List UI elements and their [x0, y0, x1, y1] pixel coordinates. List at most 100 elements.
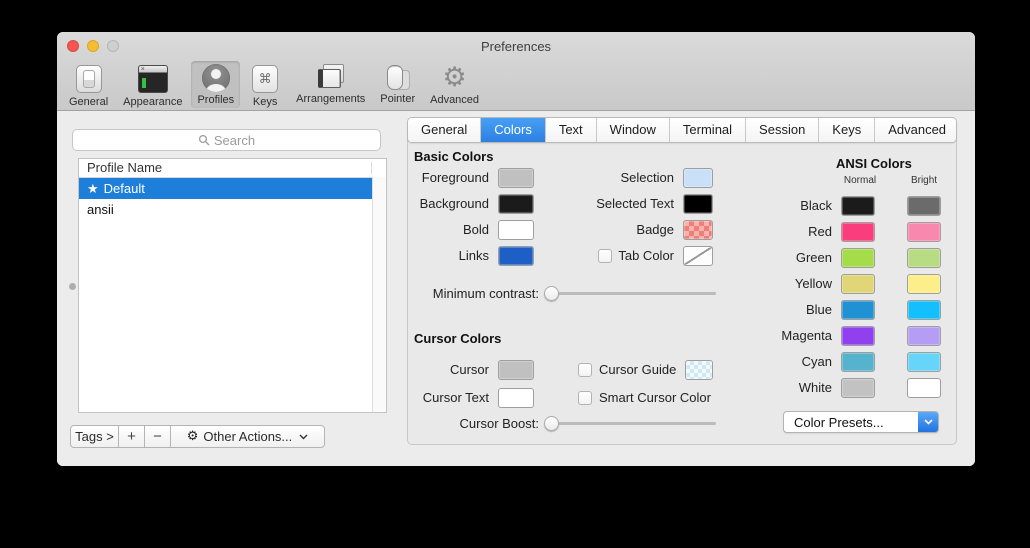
profile-row-ansii[interactable]: ansii: [79, 199, 386, 220]
ansi-white-bright-swatch[interactable]: [907, 378, 941, 398]
toolbar-item-label: Keys: [253, 96, 277, 108]
other-actions-dropdown[interactable]: ⚙ Other Actions...: [170, 425, 325, 448]
cursor-boost-knob[interactable]: [544, 416, 559, 431]
tab-color-label: Tab Color: [618, 246, 674, 266]
ansi-black-label: Black: [800, 196, 832, 216]
preferences-window: Preferences General Appearance Profiles ⌘ Ke…: [57, 32, 975, 466]
minimum-contrast-knob[interactable]: [544, 286, 559, 301]
toolbar-item-keys[interactable]: ⌘ Keys: [243, 61, 287, 110]
cursor-colors-title: Cursor Colors: [414, 331, 501, 346]
profile-name: Default: [104, 181, 145, 196]
toolbar-item-appearance[interactable]: Appearance: [117, 61, 188, 110]
tab-color-checkbox[interactable]: [598, 249, 612, 263]
ansi-black-bright-swatch[interactable]: [907, 196, 941, 216]
profile-list-header[interactable]: Profile Name: [79, 159, 386, 178]
cursor-guide-swatch[interactable]: [685, 360, 713, 380]
toolbar-item-general[interactable]: General: [63, 61, 114, 110]
links-swatch[interactable]: [498, 246, 534, 266]
gear-icon: ⚙: [440, 64, 470, 92]
cursor-swatch[interactable]: [498, 360, 534, 380]
colors-panel: Basic Colors ForegroundBackgroundBoldLin…: [407, 130, 957, 445]
ansi-red-bright-swatch[interactable]: [907, 222, 941, 242]
cursor-guide-checkbox[interactable]: [578, 363, 592, 377]
toolbar-item-label: General: [69, 96, 108, 108]
minimum-contrast-label: Minimum contrast:: [433, 284, 539, 304]
minimum-contrast-slider[interactable]: [546, 292, 716, 295]
content-area: Search Profile Name ★ Default ansii Tags >…: [57, 111, 975, 466]
ansi-white-label: White: [799, 378, 832, 398]
cursor-guide-label: Cursor Guide: [599, 362, 676, 378]
cursor-label: Cursor: [450, 360, 489, 380]
profile-list-scrollbar[interactable]: [372, 177, 386, 412]
ansi-red-normal-swatch[interactable]: [841, 222, 875, 242]
background-swatch[interactable]: [498, 194, 534, 214]
remove-profile-button[interactable]: −: [144, 425, 171, 448]
tab-color-swatch[interactable]: [683, 246, 713, 266]
ansi-cyan-normal-swatch[interactable]: [841, 352, 875, 372]
terminal-window-icon: [138, 65, 168, 93]
ansi-blue-bright-swatch[interactable]: [907, 300, 941, 320]
tab-general[interactable]: General: [408, 118, 480, 142]
toolbar-item-profiles[interactable]: Profiles: [191, 61, 240, 108]
ansi-magenta-bright-swatch[interactable]: [907, 326, 941, 346]
profile-row-default[interactable]: ★ Default: [79, 178, 379, 199]
smart-cursor-color-checkbox[interactable]: [578, 391, 592, 405]
ansi-black-normal-swatch[interactable]: [841, 196, 875, 216]
tags-button[interactable]: Tags >: [70, 425, 119, 448]
badge-swatch[interactable]: [683, 220, 713, 240]
chevron-down-icon: [918, 412, 938, 432]
command-key-icon: ⌘: [252, 65, 278, 93]
gear-icon: ⚙: [187, 429, 199, 444]
tab-session[interactable]: Session: [745, 118, 818, 142]
ansi-blue-normal-swatch[interactable]: [841, 300, 875, 320]
ansi-colors-title: ANSI Colors: [836, 156, 912, 171]
ansi-yellow-bright-swatch[interactable]: [907, 274, 941, 294]
search-placeholder: Search: [214, 133, 255, 148]
other-actions-label: Other Actions...: [203, 429, 292, 444]
ansi-normal-header: Normal: [844, 175, 876, 186]
selected-text-swatch[interactable]: [683, 194, 713, 214]
chevron-down-icon: [299, 434, 308, 440]
ansi-magenta-normal-swatch[interactable]: [841, 326, 875, 346]
toolbar-item-label: Appearance: [123, 96, 182, 108]
smart-cursor-color-label: Smart Cursor Color: [599, 390, 711, 406]
titlebar: Preferences: [57, 32, 975, 60]
tab-colors[interactable]: Colors: [480, 118, 545, 142]
selection-swatch[interactable]: [683, 168, 713, 188]
mouse-icon: [383, 64, 413, 91]
tab-advanced[interactable]: Advanced: [874, 118, 957, 142]
tab-window[interactable]: Window: [596, 118, 669, 142]
cursor-boost-slider[interactable]: [546, 422, 716, 425]
person-icon: [202, 64, 230, 92]
tab-text[interactable]: Text: [545, 118, 596, 142]
toolbar-item-advanced[interactable]: ⚙ Advanced: [424, 61, 485, 108]
splitter-handle-icon[interactable]: [69, 283, 76, 290]
color-presets-dropdown[interactable]: Color Presets...: [783, 411, 939, 433]
ansi-yellow-normal-swatch[interactable]: [841, 274, 875, 294]
foreground-swatch[interactable]: [498, 168, 534, 188]
profile-list: Profile Name ★ Default ansii: [78, 158, 387, 413]
ansi-green-normal-swatch[interactable]: [841, 248, 875, 268]
toolbar-item-pointer[interactable]: Pointer: [374, 61, 421, 107]
ansi-white-normal-swatch[interactable]: [841, 378, 875, 398]
toolbar-item-label: Advanced: [430, 94, 479, 106]
ansi-blue-label: Blue: [806, 300, 832, 320]
ansi-bright-header: Bright: [911, 175, 937, 186]
ansi-cyan-bright-swatch[interactable]: [907, 352, 941, 372]
selection-label: Selection: [621, 168, 674, 188]
background-label: Background: [420, 194, 489, 214]
basic-colors-title: Basic Colors: [414, 149, 493, 164]
add-profile-button[interactable]: +: [118, 425, 145, 448]
bold-swatch[interactable]: [498, 220, 534, 240]
ansi-cyan-label: Cyan: [802, 352, 832, 372]
foreground-label: Foreground: [422, 168, 489, 188]
toolbar-item-arrangements[interactable]: Arrangements: [290, 61, 371, 107]
cursor-text-swatch[interactable]: [498, 388, 534, 408]
search-input[interactable]: Search: [72, 129, 381, 151]
profile-tabbar: GeneralColorsTextWindowTerminalSessionKe…: [407, 117, 957, 143]
tab-keys[interactable]: Keys: [818, 118, 874, 142]
ansi-green-bright-swatch[interactable]: [907, 248, 941, 268]
tab-terminal[interactable]: Terminal: [669, 118, 745, 142]
search-icon: [198, 134, 210, 146]
star-icon: ★: [87, 181, 99, 196]
